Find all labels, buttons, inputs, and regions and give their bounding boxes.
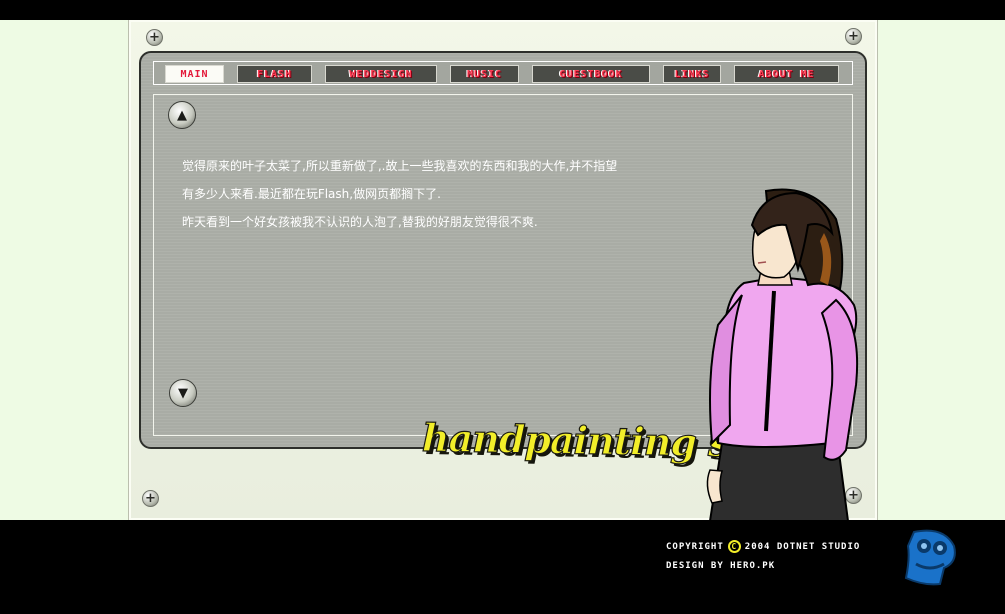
scroll-up-icon[interactable]: ▲ <box>168 101 196 129</box>
nav-item-main[interactable]: MAIN <box>165 65 224 83</box>
content-line: 觉得原来的叶子太菜了,所以重新做了,.故上一些我喜欢的东西和我的大作,并不指望 <box>182 159 618 173</box>
nav-item-guestbook[interactable]: GUESTBOOK <box>532 65 650 83</box>
design-credit: DESIGN BY HERO.PK <box>666 561 776 571</box>
nav-item-flash[interactable]: FLASH <box>237 65 312 83</box>
girl-illustration <box>706 188 859 521</box>
scroll-down-icon[interactable]: ▼ <box>169 379 197 407</box>
screw-icon: + <box>146 29 163 46</box>
nav-item-music[interactable]: MUSIC <box>450 65 519 83</box>
screw-icon: + <box>845 28 862 45</box>
nav-item-links[interactable]: LINKS <box>663 65 721 83</box>
studio-logo-icon <box>904 529 956 586</box>
screw-icon: + <box>142 490 159 507</box>
nav-item-webdesign[interactable]: WEDDESIGN <box>325 65 437 83</box>
copyright-studio: 2004 DOTNET STUDIO <box>744 542 861 552</box>
copyright-icon: C <box>727 540 741 553</box>
nav-item-about-me[interactable]: ABOUT ME <box>734 65 839 83</box>
footer <box>0 520 1005 614</box>
top-bar <box>0 0 1005 20</box>
content-line: 昨天看到一个好女孩被我不认识的人泡了,替我的好朋友觉得很不爽. <box>182 215 538 229</box>
copyright-prefix: COPYRIGHT <box>666 542 724 552</box>
content-line: 有多少人来看.最近都在玩Flash,做网页都搁下了. <box>182 187 441 201</box>
copyright-line: COPYRIGHT C 2004 DOTNET STUDIO <box>666 540 860 553</box>
